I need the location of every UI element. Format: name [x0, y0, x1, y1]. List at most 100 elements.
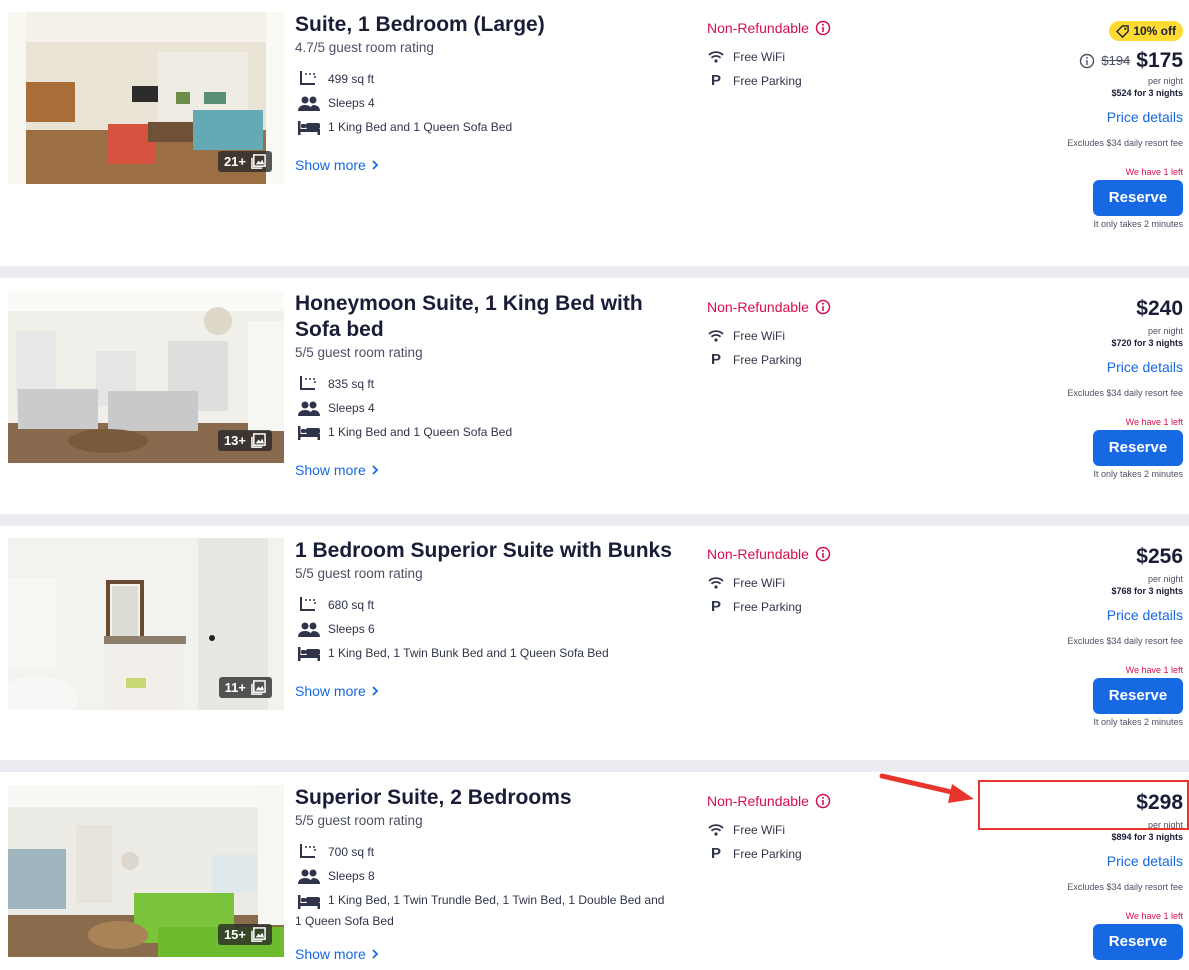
room-photo[interactable]: 15+	[8, 785, 284, 957]
info-icon[interactable]	[815, 793, 831, 809]
room-size: 680 sq ft	[298, 595, 374, 615]
room-beds: 1 King Bed and 1 Queen Sofa Bed	[298, 422, 512, 442]
discount-text: 10% off	[1133, 24, 1176, 38]
room-beds-text: 1 King Bed, 1 Twin Trundle Bed, 1 Twin B…	[295, 893, 665, 928]
parking-icon: P	[710, 845, 721, 862]
resort-fee-note: Excludes $34 daily resort fee	[1067, 388, 1183, 398]
show-more-label: Show more	[295, 462, 366, 478]
floor-plan-icon	[298, 69, 320, 89]
wifi-icon	[707, 824, 725, 836]
per-night-label: per night	[1147, 574, 1183, 584]
wifi-icon	[707, 577, 725, 589]
room-sleeps-text: Sleeps 6	[328, 622, 375, 636]
room-sleeps-text: Sleeps 4	[328, 96, 375, 110]
room-size-text: 835 sq ft	[328, 377, 375, 391]
amenity-parking: P Free Parking	[707, 845, 802, 862]
info-icon[interactable]	[815, 546, 831, 562]
refund-policy: Non-Refundable	[707, 546, 831, 562]
info-icon[interactable]	[815, 299, 831, 315]
amenity-wifi: Free WiFi	[707, 50, 785, 64]
resort-fee-note: Excludes $34 daily resort fee	[1067, 636, 1183, 646]
price-details-link[interactable]: Price details	[983, 359, 1183, 375]
per-night-label: per night	[1147, 75, 1183, 86]
room-title[interactable]: Honeymoon Suite, 1 King Bed with Sofa be…	[295, 291, 675, 343]
show-more-link[interactable]: Show more	[295, 946, 380, 962]
show-more-link[interactable]: Show more	[295, 683, 380, 699]
room-beds-text: 1 King Bed and 1 Queen Sofa Bed	[328, 425, 513, 439]
price: $256	[1136, 545, 1183, 568]
price: $240	[1136, 297, 1183, 320]
photo-count-badge[interactable]: 21+	[217, 151, 272, 172]
reserve-button[interactable]: Reserve	[1093, 179, 1183, 216]
wifi-icon	[707, 51, 725, 63]
room-beds: 1 King Bed, 1 Twin Trundle Bed, 1 Twin B…	[295, 890, 665, 932]
room-size: 835 sq ft	[298, 374, 374, 394]
people-icon	[298, 398, 320, 418]
room-title[interactable]: Superior Suite, 2 Bedrooms	[295, 785, 685, 811]
room-beds: 1 King Bed, 1 Twin Bunk Bed and 1 Queen …	[298, 643, 609, 663]
wifi-text: Free WiFi	[733, 50, 785, 64]
room-size: 499 sq ft	[298, 69, 374, 89]
room-card: 11+ 1 Bedroom Superior Suite with Bunks …	[0, 526, 1189, 760]
room-title[interactable]: Suite, 1 Bedroom (Large)	[295, 12, 685, 38]
bed-icon	[298, 891, 320, 911]
card-separator	[0, 514, 1189, 526]
room-photo[interactable]: 21+	[8, 12, 284, 184]
room-size-text: 700 sq ft	[328, 845, 375, 859]
photo-count: 21+	[223, 154, 246, 169]
amenity-parking: P Free Parking	[707, 598, 802, 615]
show-more-label: Show more	[295, 683, 366, 699]
wifi-text: Free WiFi	[733, 576, 785, 590]
reserve-button[interactable]: Reserve	[1093, 678, 1183, 714]
room-photo[interactable]: 13+	[8, 291, 284, 463]
refund-text: Non-Refundable	[707, 546, 809, 562]
people-icon	[298, 866, 320, 886]
room-beds-text: 1 King Bed, 1 Twin Bunk Bed and 1 Queen …	[328, 646, 609, 660]
gallery-icon	[251, 154, 266, 169]
total-price: $524 for 3 nights	[1111, 87, 1183, 98]
room-beds: 1 King Bed and 1 Queen Sofa Bed	[298, 117, 512, 137]
refund-policy: Non-Refundable	[707, 20, 831, 36]
room-card: 13+ Honeymoon Suite, 1 King Bed with Sof…	[0, 278, 1189, 514]
room-photo[interactable]: 11+	[8, 538, 284, 710]
amenity-wifi: Free WiFi	[707, 823, 785, 837]
photo-count-badge[interactable]: 11+	[218, 677, 272, 698]
photo-count-badge[interactable]: 15+	[217, 924, 272, 945]
room-beds-text: 1 King Bed and 1 Queen Sofa Bed	[328, 120, 513, 134]
show-more-link[interactable]: Show more	[295, 157, 380, 173]
bed-icon	[298, 422, 320, 442]
info-icon[interactable]	[815, 20, 831, 36]
parking-text: Free Parking	[733, 352, 802, 367]
price-info-icon[interactable]	[1079, 53, 1095, 69]
card-separator	[0, 760, 1189, 772]
amenity-parking: P Free Parking	[707, 351, 802, 368]
reserve-button[interactable]: Reserve	[1093, 924, 1183, 960]
price-details-link[interactable]: Price details	[983, 853, 1183, 869]
availability-note: We have 1 left	[1125, 911, 1183, 921]
parking-icon: P	[710, 351, 721, 368]
room-card: 21+ Suite, 1 Bedroom (Large) 4.7/5 guest…	[0, 0, 1189, 266]
parking-icon: P	[710, 72, 721, 89]
show-more-link[interactable]: Show more	[295, 462, 380, 478]
people-icon	[298, 619, 320, 639]
reserve-button[interactable]: Reserve	[1093, 430, 1183, 466]
show-more-label: Show more	[295, 157, 366, 173]
price-details-link[interactable]: Price details	[983, 109, 1183, 125]
floor-plan-icon	[298, 595, 320, 615]
room-size-text: 680 sq ft	[328, 598, 375, 612]
room-rating: 4.7/5 guest room rating	[295, 40, 434, 55]
total-price: $894 for 3 nights	[1111, 832, 1183, 842]
room-rating: 5/5 guest room rating	[295, 813, 423, 828]
takes-note: It only takes 2 minutes	[1093, 717, 1183, 727]
parking-text: Free Parking	[733, 846, 802, 861]
refund-text: Non-Refundable	[707, 299, 809, 315]
amenity-wifi: Free WiFi	[707, 329, 785, 343]
room-title[interactable]: 1 Bedroom Superior Suite with Bunks	[295, 538, 685, 564]
availability-note: We have 1 left	[1125, 665, 1183, 675]
photo-count-badge[interactable]: 13+	[217, 430, 272, 451]
room-rating: 5/5 guest room rating	[295, 345, 423, 360]
parking-icon: P	[710, 598, 721, 615]
gallery-icon	[251, 433, 266, 448]
price-details-link[interactable]: Price details	[983, 607, 1183, 623]
resort-fee-note: Excludes $34 daily resort fee	[1067, 882, 1183, 892]
